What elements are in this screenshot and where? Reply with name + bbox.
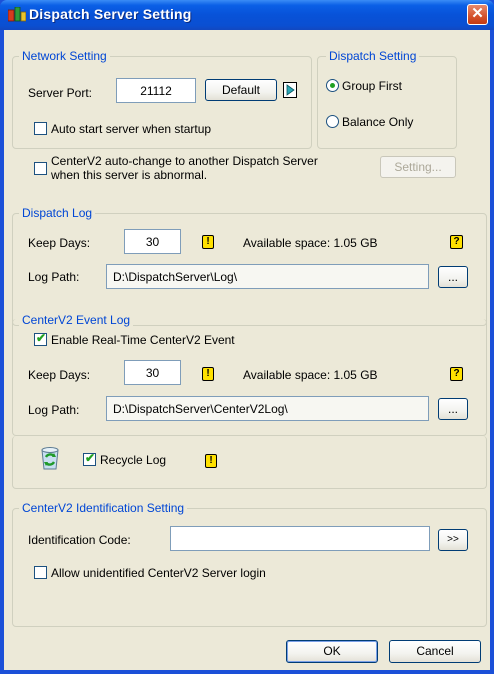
- dispatch-log-browse-button[interactable]: ...: [438, 266, 468, 288]
- dispatch-setting-legend: Dispatch Setting: [326, 49, 420, 63]
- recycle-bin-icon: [41, 447, 59, 470]
- network-setting-legend: Network Setting: [19, 49, 110, 63]
- warning-icon: !: [205, 454, 217, 468]
- auto-change-label-line2: when this server is abnormal.: [51, 168, 208, 182]
- server-app-icon: [8, 7, 26, 22]
- event-log-path-input[interactable]: D:\DispatchServer\CenterV2Log\: [106, 396, 429, 421]
- port-arrow-button[interactable]: [283, 82, 297, 98]
- window-title: Dispatch Server Setting: [29, 6, 192, 22]
- recycle-log-label: Recycle Log: [100, 453, 167, 467]
- warning-icon: !: [202, 367, 214, 381]
- enable-event-checkbox[interactable]: ✔: [34, 331, 47, 346]
- dispatch-log-path-input[interactable]: D:\DispatchServer\Log\: [106, 264, 429, 289]
- dispatch-keep-days-label: Keep Days:: [28, 236, 91, 250]
- dialog-window: Dispatch Server Setting ✕ Network Settin…: [0, 0, 494, 674]
- enable-event-label: Enable Real-Time CenterV2 Event: [51, 333, 235, 347]
- dispatch-available-space: Available space: 1.05 GB: [243, 236, 378, 250]
- event-keep-days-input[interactable]: 30: [124, 360, 181, 385]
- auto-change-label-line1: CenterV2 auto-change to another Dispatch…: [51, 154, 318, 168]
- dispatch-log-path-label: Log Path:: [28, 270, 80, 284]
- identification-code-input[interactable]: [170, 526, 430, 551]
- help-icon[interactable]: ?: [450, 235, 463, 249]
- recycle-log-checkbox[interactable]: ✔: [83, 451, 96, 466]
- cancel-button[interactable]: Cancel: [389, 640, 481, 663]
- event-log-browse-button[interactable]: ...: [438, 398, 468, 420]
- check-mark-icon: ✔: [36, 331, 47, 345]
- allow-unidentified-label: Allow unidentified CenterV2 Server login: [51, 566, 266, 580]
- radio-selected-dot: [330, 83, 335, 88]
- balance-only-radio[interactable]: [326, 115, 339, 128]
- identification-more-button[interactable]: >>: [438, 529, 468, 551]
- default-button[interactable]: Default: [205, 79, 277, 101]
- event-log-path-label: Log Path:: [28, 403, 80, 417]
- dispatch-setting-group: Dispatch Setting: [317, 49, 457, 149]
- auto-start-checkbox[interactable]: [34, 122, 47, 135]
- auto-change-checkbox[interactable]: [34, 162, 47, 175]
- balance-only-label[interactable]: Balance Only: [342, 115, 413, 129]
- setting-button[interactable]: Setting...: [380, 156, 456, 178]
- dialog-body: Network Setting Server Port: 21112 Defau…: [4, 30, 490, 670]
- warning-icon: !: [202, 235, 214, 249]
- group-first-label[interactable]: Group First: [342, 79, 402, 93]
- event-log-legend: CenterV2 Event Log: [19, 313, 134, 327]
- dispatch-log-legend: Dispatch Log: [19, 206, 96, 220]
- server-port-input[interactable]: 21112: [116, 78, 196, 103]
- check-mark-icon: ✔: [85, 451, 96, 465]
- play-arrow-icon: [286, 84, 295, 96]
- event-available-space: Available space: 1.05 GB: [243, 368, 378, 382]
- dispatch-keep-days-input[interactable]: 30: [124, 229, 181, 254]
- help-icon[interactable]: ?: [450, 367, 463, 381]
- ok-button[interactable]: OK: [286, 640, 378, 663]
- event-keep-days-label: Keep Days:: [28, 368, 91, 382]
- auto-start-label: Auto start server when startup: [51, 122, 212, 136]
- title-bar[interactable]: Dispatch Server Setting ✕: [0, 0, 494, 30]
- identification-legend: CenterV2 Identification Setting: [19, 501, 188, 515]
- identification-code-label: Identification Code:: [28, 533, 131, 547]
- server-port-label: Server Port:: [28, 86, 93, 100]
- group-first-radio[interactable]: [326, 79, 339, 92]
- allow-unidentified-checkbox[interactable]: [34, 566, 47, 579]
- close-button[interactable]: ✕: [467, 4, 488, 25]
